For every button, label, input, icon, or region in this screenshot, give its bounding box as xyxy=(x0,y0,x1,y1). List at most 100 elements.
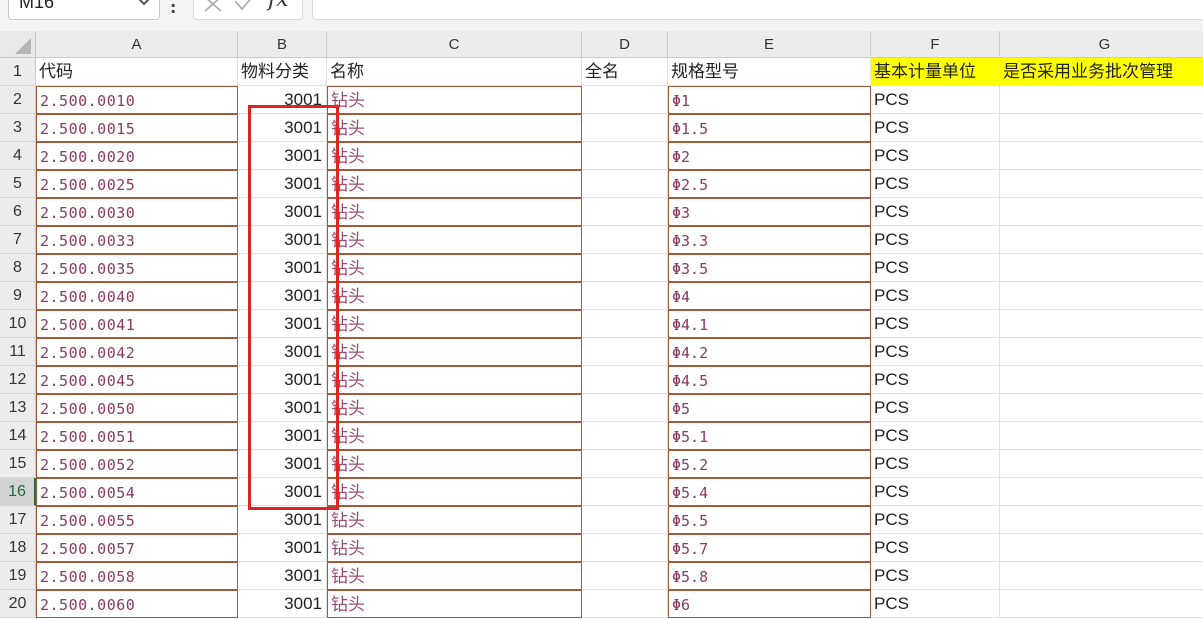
cell-spec[interactable]: Φ4.1 xyxy=(668,310,871,338)
cell-fullname[interactable] xyxy=(582,114,668,142)
cell-code[interactable]: 2.500.0054 xyxy=(36,478,238,506)
cell-batch-mgmt[interactable] xyxy=(1000,86,1203,114)
cell-spec[interactable]: Φ5 xyxy=(668,394,871,422)
cell-code[interactable]: 2.500.0015 xyxy=(36,114,238,142)
cell-fullname[interactable] xyxy=(582,534,668,562)
name-box[interactable]: M16 xyxy=(8,0,160,20)
row-header-9[interactable]: 9 xyxy=(0,282,36,310)
cell-fullname[interactable] xyxy=(582,450,668,478)
cell-unit[interactable]: PCS xyxy=(871,422,1000,450)
header-cell-code[interactable]: 代码 xyxy=(36,58,238,86)
cell-spec[interactable]: Φ3 xyxy=(668,198,871,226)
cell-code[interactable]: 2.500.0041 xyxy=(36,310,238,338)
column-header-d[interactable]: D xyxy=(582,31,668,58)
row-header-15[interactable]: 15 xyxy=(0,450,36,478)
cell-fullname[interactable] xyxy=(582,590,668,618)
cell-code[interactable]: 2.500.0020 xyxy=(36,142,238,170)
cell-name[interactable]: 钻头 xyxy=(327,282,582,310)
cell-spec[interactable]: Φ2.5 xyxy=(668,170,871,198)
cell-code[interactable]: 2.500.0050 xyxy=(36,394,238,422)
cell-batch-mgmt[interactable] xyxy=(1000,310,1203,338)
cell-spec[interactable]: Φ2 xyxy=(668,142,871,170)
cell-category[interactable]: 3001 xyxy=(238,590,327,618)
cell-unit[interactable]: PCS xyxy=(871,478,1000,506)
cell-category[interactable]: 3001 xyxy=(238,170,327,198)
cell-batch-mgmt[interactable] xyxy=(1000,338,1203,366)
cell-category[interactable]: 3001 xyxy=(238,198,327,226)
cell-code[interactable]: 2.500.0057 xyxy=(36,534,238,562)
column-header-a[interactable]: A xyxy=(36,31,238,58)
column-header-f[interactable]: F xyxy=(871,31,1000,58)
header-cell-spec[interactable]: 规格型号 xyxy=(668,58,871,86)
cell-unit[interactable]: PCS xyxy=(871,170,1000,198)
cell-spec[interactable]: Φ5.1 xyxy=(668,422,871,450)
cell-batch-mgmt[interactable] xyxy=(1000,254,1203,282)
cell-batch-mgmt[interactable] xyxy=(1000,450,1203,478)
cell-name[interactable]: 钻头 xyxy=(327,86,582,114)
cell-batch-mgmt[interactable] xyxy=(1000,282,1203,310)
header-cell-fullname[interactable]: 全名 xyxy=(582,58,668,86)
cell-unit[interactable]: PCS xyxy=(871,86,1000,114)
column-header-e[interactable]: E xyxy=(668,31,871,58)
check-icon[interactable] xyxy=(232,0,256,15)
cell-batch-mgmt[interactable] xyxy=(1000,394,1203,422)
cell-unit[interactable]: PCS xyxy=(871,590,1000,618)
cell-batch-mgmt[interactable] xyxy=(1000,170,1203,198)
cell-name[interactable]: 钻头 xyxy=(327,142,582,170)
header-cell-batch-mgmt[interactable]: 是否采用业务批次管理 xyxy=(1000,58,1203,86)
cell-unit[interactable]: PCS xyxy=(871,282,1000,310)
cell-unit[interactable]: PCS xyxy=(871,310,1000,338)
chevron-down-icon[interactable] xyxy=(135,0,153,11)
cell-unit[interactable]: PCS xyxy=(871,338,1000,366)
cell-category[interactable]: 3001 xyxy=(238,506,327,534)
cell-category[interactable]: 3001 xyxy=(238,86,327,114)
cell-batch-mgmt[interactable] xyxy=(1000,142,1203,170)
cell-category[interactable]: 3001 xyxy=(238,310,327,338)
cell-unit[interactable]: PCS xyxy=(871,142,1000,170)
cell-spec[interactable]: Φ6 xyxy=(668,590,871,618)
cell-category[interactable]: 3001 xyxy=(238,338,327,366)
row-header-3[interactable]: 3 xyxy=(0,114,36,142)
cell-spec[interactable]: Φ3.3 xyxy=(668,226,871,254)
header-cell-category[interactable]: 物料分类 xyxy=(238,58,327,86)
cell-name[interactable]: 钻头 xyxy=(327,422,582,450)
cell-code[interactable]: 2.500.0025 xyxy=(36,170,238,198)
cell-name[interactable]: 钻头 xyxy=(327,198,582,226)
cell-spec[interactable]: Φ4 xyxy=(668,282,871,310)
cell-fullname[interactable] xyxy=(582,170,668,198)
cell-batch-mgmt[interactable] xyxy=(1000,506,1203,534)
cell-unit[interactable]: PCS xyxy=(871,114,1000,142)
cell-name[interactable]: 钻头 xyxy=(327,114,582,142)
cell-unit[interactable]: PCS xyxy=(871,450,1000,478)
cell-fullname[interactable] xyxy=(582,366,668,394)
cell-fullname[interactable] xyxy=(582,478,668,506)
cell-spec[interactable]: Φ1.5 xyxy=(668,114,871,142)
cell-code[interactable]: 2.500.0060 xyxy=(36,590,238,618)
fx-icon[interactable]: fx xyxy=(268,0,289,12)
row-header-19[interactable]: 19 xyxy=(0,562,36,590)
cell-category[interactable]: 3001 xyxy=(238,254,327,282)
row-header-17[interactable]: 17 xyxy=(0,506,36,534)
cell-category[interactable]: 3001 xyxy=(238,142,327,170)
cell-name[interactable]: 钻头 xyxy=(327,450,582,478)
cell-code[interactable]: 2.500.0055 xyxy=(36,506,238,534)
column-header-b[interactable]: B xyxy=(238,31,327,58)
cell-code[interactable]: 2.500.0035 xyxy=(36,254,238,282)
row-header-12[interactable]: 12 xyxy=(0,366,36,394)
cell-spec[interactable]: Φ5.2 xyxy=(668,450,871,478)
cell-unit[interactable]: PCS xyxy=(871,394,1000,422)
cell-batch-mgmt[interactable] xyxy=(1000,366,1203,394)
cell-category[interactable]: 3001 xyxy=(238,366,327,394)
cell-category[interactable]: 3001 xyxy=(238,282,327,310)
cell-name[interactable]: 钻头 xyxy=(327,170,582,198)
cell-fullname[interactable] xyxy=(582,338,668,366)
column-header-c[interactable]: C xyxy=(327,31,582,58)
cell-unit[interactable]: PCS xyxy=(871,562,1000,590)
cell-fullname[interactable] xyxy=(582,142,668,170)
cell-name[interactable]: 钻头 xyxy=(327,226,582,254)
cell-code[interactable]: 2.500.0045 xyxy=(36,366,238,394)
cell-category[interactable]: 3001 xyxy=(238,534,327,562)
cell-batch-mgmt[interactable] xyxy=(1000,114,1203,142)
cell-fullname[interactable] xyxy=(582,86,668,114)
cell-unit[interactable]: PCS xyxy=(871,198,1000,226)
